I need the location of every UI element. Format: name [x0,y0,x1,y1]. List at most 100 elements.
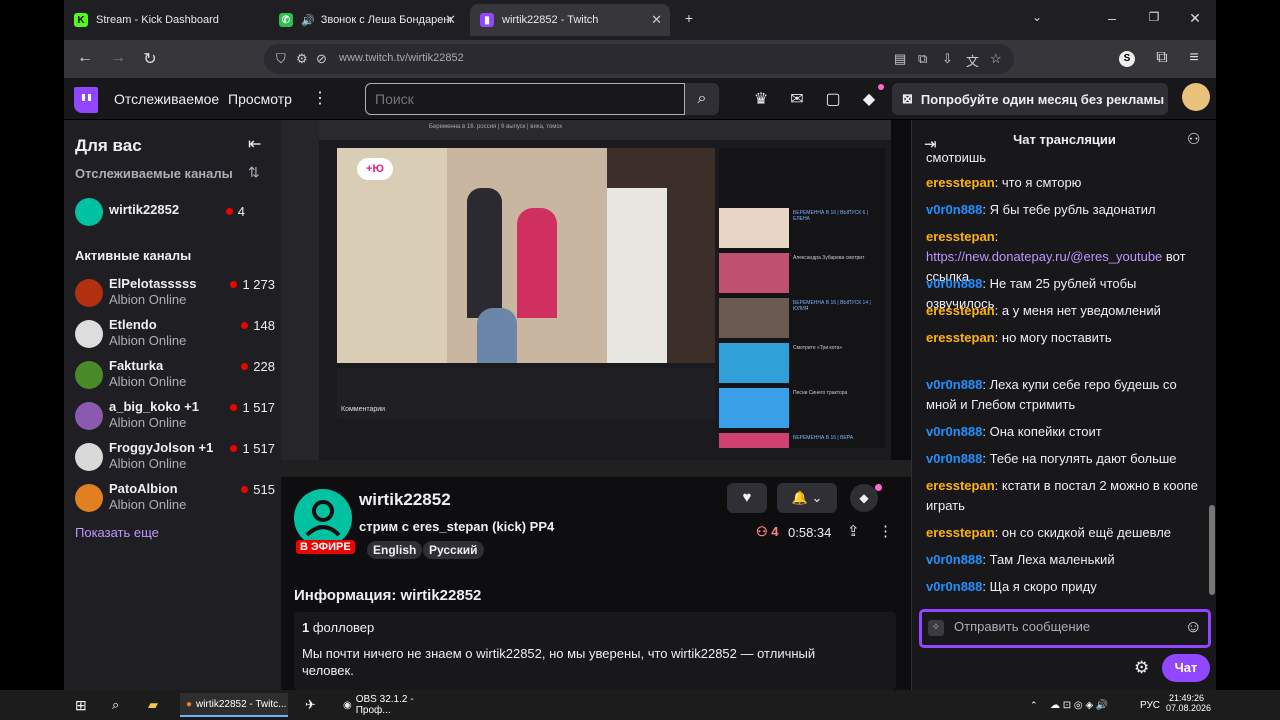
taskbar-app-icon[interactable]: ✈ [305,696,316,714]
download-icon[interactable]: ⇩ [942,51,953,67]
clock[interactable]: 21:49:26 07.08.2026 [1166,693,1211,713]
chat-username[interactable]: eresstepan [926,525,995,540]
shield-icon: ⛉ [276,51,286,66]
search-icon[interactable]: ⌕ [685,83,719,115]
chat-username[interactable]: v0r0n888 [926,276,982,291]
back-icon[interactable]: ← [74,49,96,67]
chat-input[interactable]: ✧ Отправить сообщение ☺ [919,609,1211,648]
tray-chevron-icon[interactable]: ⌃ [1030,696,1038,714]
channel-item[interactable]: a_big_koko +1 Albion Online 1 517 [75,399,275,439]
translate-icon[interactable]: 文 [966,51,979,70]
tab-kick[interactable]: K Stream - Kick Dashboard [64,6,264,34]
more-icon[interactable]: ⋮ [312,88,328,108]
close-icon[interactable]: ✕ [651,12,662,28]
windows-start-icon[interactable]: ⊞ [75,696,87,714]
captured-tabbar [319,120,891,140]
bits-icon[interactable]: ◆ [859,89,879,109]
following-link[interactable]: Отслеживаемое [114,91,219,107]
kick-icon: K [74,13,88,27]
tray-icons[interactable]: ☁ ⊡ ◎ ◈ 🔊 [1050,696,1108,714]
chat-username[interactable]: v0r0n888 [926,424,982,439]
tag-english[interactable]: English [367,541,423,559]
chat-username[interactable]: v0r0n888 [926,552,982,567]
whispers-icon[interactable]: ▢ [823,89,843,109]
crown-icon[interactable]: ♛ [751,89,771,109]
sort-icon[interactable]: ⇅ [248,164,260,181]
language-indicator[interactable]: РУС [1140,696,1160,714]
restore-icon[interactable]: ❐ [1144,10,1164,24]
collapse-sidebar-icon[interactable]: ⇤ [248,134,261,154]
chat-text: Ща я скоро приду [989,579,1097,594]
chat-scrollbar[interactable] [1209,505,1215,595]
tag-russian[interactable]: Русский [423,541,484,559]
extensions-icon[interactable]: ⧉ [1151,49,1173,67]
bookmark-icon[interactable]: ☆ [990,51,1002,67]
followed-channel-item[interactable]: wirtik22852 4 [75,198,275,240]
chat-username[interactable]: eresstepan [926,303,995,318]
chat-message: v0r0n888: Леха купи себе геро будешь со … [926,375,1202,415]
more-options-icon[interactable]: ⋮ [878,522,893,540]
chat-username[interactable]: v0r0n888 [926,202,982,217]
profile-s-icon[interactable]: S [1119,51,1135,67]
tab-list-icon[interactable]: ⌄ [1027,10,1047,24]
address-bar[interactable]: ⛉ ⚙ ⊘ www.twitch.tv/wirtik22852 ▤ ⧉ ⇩ 文 … [264,44,1014,74]
channel-item[interactable]: FroggyJolson +1 Albion Online 1 517 [75,440,275,480]
chat-send-button[interactable]: Чат [1162,654,1210,682]
chat-username[interactable]: eresstepan [926,229,995,244]
search-input[interactable] [365,83,685,115]
show-more-link[interactable]: Показать еще [75,525,159,540]
channel-item[interactable]: PatoAlbion Albion Online 515 [75,481,275,521]
gift-sub-icon[interactable]: ◆ [850,484,878,512]
followed-heading: Отслеживаемые каналы [75,166,233,181]
pip-icon[interactable]: ⧉ [918,51,927,67]
chat-username[interactable]: eresstepan [926,330,995,345]
channel-item[interactable]: Etlendo Albion Online 148 [75,317,275,357]
viewer-count: 515 [241,482,275,497]
viewer-count: 1 273 [230,277,275,292]
new-tab-icon[interactable]: + [679,10,699,26]
channel-game: Albion Online [109,292,187,307]
taskbar-firefox[interactable]: ● wirtik22852 - Twitc... [180,693,288,717]
viewer-count-text: 4 [771,524,779,539]
file-explorer-icon[interactable]: ▰ [148,696,158,714]
streamer-avatar[interactable] [294,489,352,547]
sparkle-icon[interactable]: ✧ [928,620,944,636]
uptime: 0:58:34 [788,525,832,540]
chat-settings-icon[interactable]: ⚙ [1134,658,1149,678]
tab-call[interactable]: ✆ 🔊 Звонок с Леша Бондаренко ZET ✕ [269,6,464,34]
browse-link[interactable]: Просмотр [228,91,292,107]
channel-name[interactable]: wirtik22852 [359,490,451,510]
user-avatar[interactable] [1182,83,1210,111]
suggestion-1: БЕРЕМЕННА В 16 | ВЫПУСК 6 | ЕЛЕНА [793,210,869,222]
notifications-button[interactable]: 🔔 ⌄ [777,483,837,513]
video-player[interactable]: Беременна в 16. россия | 6 выпуск | вика… [281,120,911,477]
share-icon[interactable]: ⇪ [847,522,860,540]
reader-icon[interactable]: ▤ [894,51,906,67]
menu-icon[interactable]: ≡ [1183,49,1205,67]
emote-icon[interactable]: ☺ [1185,617,1202,637]
minimize-icon[interactable]: – [1102,10,1122,26]
chat-username[interactable]: v0r0n888 [926,579,982,594]
chat-username[interactable]: eresstepan [926,175,995,190]
site-settings-icon[interactable]: ⚙ [296,51,308,67]
chat-link[interactable]: https://new.donatepay.ru/@eres_youtube [926,249,1162,264]
reload-icon[interactable]: ↻ [139,49,161,69]
ad-free-promo-button[interactable]: ⊠ Попробуйте один месяц без рекламы [892,83,1168,115]
window-close-icon[interactable]: ✕ [1185,10,1205,27]
channel-item[interactable]: Fakturka Albion Online 228 [75,358,275,398]
live-dot [241,363,249,370]
inbox-icon[interactable]: ✉ [787,89,807,109]
forward-icon[interactable]: → [107,49,129,67]
taskbar-obs[interactable]: ◉ OBS 32.1.2 - Проф... [337,694,445,716]
twitch-logo[interactable] [74,87,98,113]
chat-username[interactable]: v0r0n888 [926,377,982,392]
community-icon[interactable]: ⚇ [1187,130,1200,148]
follow-heart-button[interactable]: ♥ [727,483,767,513]
tab-twitch[interactable]: ▮ wirtik22852 - Twitch ✕ [470,4,670,36]
channel-item[interactable]: ElPelotasssss Albion Online 1 273 [75,276,275,316]
taskbar-search-icon[interactable]: ⌕ [112,696,119,714]
chat-username[interactable]: eresstepan [926,478,995,493]
chat-username[interactable]: v0r0n888 [926,451,982,466]
close-icon[interactable]: ✕ [445,12,456,28]
video-person-1 [467,188,502,318]
